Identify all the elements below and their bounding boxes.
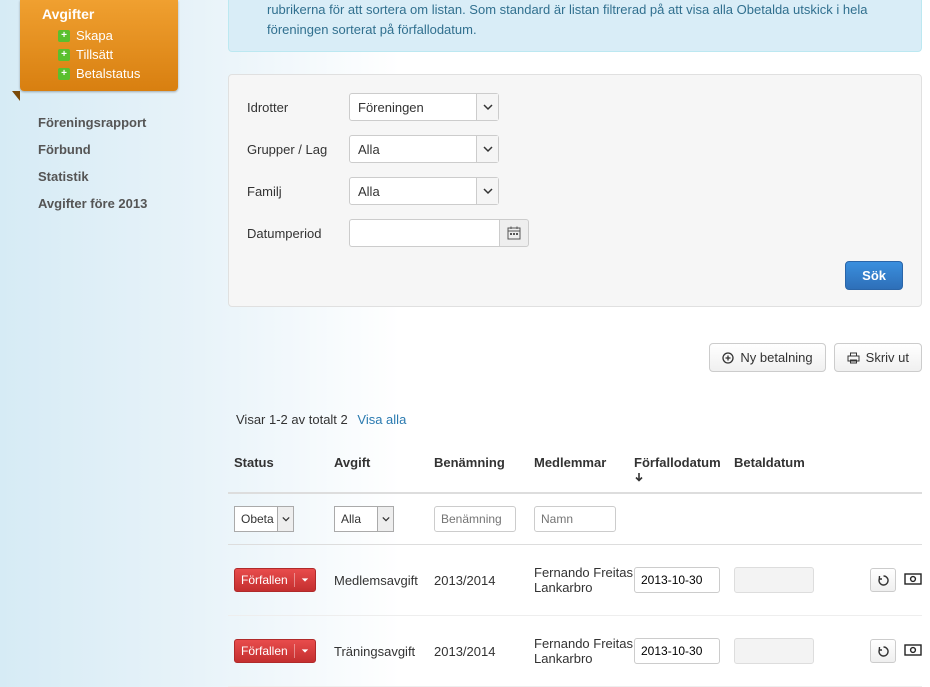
sidebar-link-avgifter-fore-2013[interactable]: Avgifter före 2013	[38, 190, 208, 217]
filter-label-grupper: Grupper / Lag	[247, 142, 349, 157]
cell-avgift: Träningsavgift	[334, 644, 434, 659]
select-value: Föreningen	[358, 100, 424, 115]
sidebar-link-foreningsrapport[interactable]: Föreningsrapport	[38, 109, 208, 136]
button-label: Ny betalning	[740, 350, 812, 365]
cell-medlem: Fernando Freitas Lankarbro	[534, 636, 634, 666]
result-count: Visar 1-2 av totalt 2 Visa alla	[236, 412, 922, 427]
sidebar-active-section: Avgifter + Skapa + Tillsätt + Betalstatu…	[20, 0, 178, 91]
plus-circle-icon	[722, 352, 734, 364]
table-row: Förfallen Medlemsavgift 2013/2014 Fernan…	[228, 545, 922, 616]
cash-icon	[904, 644, 922, 656]
betaldatum-input[interactable]	[734, 638, 814, 664]
cell-benamning: 2013/2014	[434, 644, 534, 659]
sidebar-item-skapa[interactable]: + Skapa	[20, 26, 178, 45]
status-label: Förfallen	[241, 573, 288, 587]
plus-icon: +	[58, 30, 70, 42]
chevron-down-icon	[476, 136, 498, 162]
search-button[interactable]: Sök	[845, 261, 903, 290]
grupper-select[interactable]: Alla	[349, 135, 499, 163]
betaldatum-input[interactable]	[734, 567, 814, 593]
cell-benamning: 2013/2014	[434, 573, 534, 588]
fees-table: Status Avgift Benämning Medlemmar Förfal…	[228, 445, 922, 687]
chevron-down-icon	[476, 178, 498, 204]
status-dropdown[interactable]: Förfallen	[234, 568, 316, 592]
print-icon	[847, 352, 860, 364]
filter-label-idrotter: Idrotter	[247, 100, 349, 115]
col-avgift[interactable]: Avgift	[334, 455, 434, 470]
cell-medlem: Fernando Freitas Lankarbro	[534, 565, 634, 595]
calendar-icon	[507, 226, 521, 240]
caret-down-icon	[301, 647, 309, 655]
cash-button[interactable]	[902, 639, 924, 661]
button-label: Skriv ut	[866, 350, 909, 365]
table-filter-row: Obeta Alla	[228, 494, 922, 545]
table-header: Status Avgift Benämning Medlemmar Förfal…	[228, 445, 922, 494]
status-label: Förfallen	[241, 644, 288, 658]
sidebar-item-label: Tillsätt	[76, 47, 113, 62]
select-value: Alla	[358, 142, 380, 157]
familj-select[interactable]: Alla	[349, 177, 499, 205]
status-filter-select[interactable]: Obeta	[234, 506, 294, 532]
chevron-down-icon	[377, 507, 393, 531]
cell-avgift: Medlemsavgift	[334, 573, 434, 588]
plus-icon: +	[58, 68, 70, 80]
forfall-date-input[interactable]	[634, 638, 720, 664]
select-value: Alla	[341, 512, 361, 526]
col-medlemmar[interactable]: Medlemmar	[534, 455, 634, 470]
refresh-button[interactable]	[870, 568, 896, 592]
sidebar-link-forbund[interactable]: Förbund	[38, 136, 208, 163]
sidebar-item-label: Skapa	[76, 28, 113, 43]
header-label: Förfallodatum	[634, 455, 734, 470]
refresh-icon	[877, 574, 890, 587]
sort-down-icon	[634, 472, 734, 482]
datumperiod-input[interactable]	[349, 219, 499, 247]
print-button[interactable]: Skriv ut	[834, 343, 922, 372]
chevron-down-icon	[476, 94, 498, 120]
sidebar-links: Föreningsrapport Förbund Statistik Avgif…	[38, 109, 208, 217]
status-dropdown[interactable]: Förfallen	[234, 639, 316, 663]
info-banner: rubrikerna för att sortera om listan. So…	[228, 0, 922, 52]
sidebar-active-title: Avgifter	[20, 4, 178, 26]
col-betaldatum[interactable]: Betaldatum	[734, 455, 834, 470]
sidebar-link-statistik[interactable]: Statistik	[38, 163, 208, 190]
filter-label-familj: Familj	[247, 184, 349, 199]
sidebar-item-label: Betalstatus	[76, 66, 140, 81]
chevron-down-icon	[277, 507, 293, 531]
sidebar: Avgifter + Skapa + Tillsätt + Betalstatu…	[0, 0, 208, 217]
sidebar-item-tillsatt[interactable]: + Tillsätt	[20, 45, 178, 64]
benamning-filter-input[interactable]	[434, 506, 516, 532]
col-benamning[interactable]: Benämning	[434, 455, 534, 470]
new-payment-button[interactable]: Ny betalning	[709, 343, 825, 372]
select-value: Alla	[358, 184, 380, 199]
count-text: Visar 1-2 av totalt 2	[236, 412, 348, 427]
refresh-button[interactable]	[870, 639, 896, 663]
select-value: Obeta	[241, 512, 274, 526]
plus-icon: +	[58, 49, 70, 61]
col-status[interactable]: Status	[234, 455, 334, 470]
refresh-icon	[877, 645, 890, 658]
cash-button[interactable]	[902, 568, 924, 590]
filter-card: Idrotter Föreningen Grupper / Lag Alla F…	[228, 74, 922, 307]
main-content: rubrikerna för att sortera om listan. So…	[208, 0, 930, 687]
table-row: Förfallen Träningsavgift 2013/2014 Ferna…	[228, 616, 922, 687]
namn-filter-input[interactable]	[534, 506, 616, 532]
cash-icon	[904, 573, 922, 585]
filter-label-datumperiod: Datumperiod	[247, 226, 349, 241]
forfall-date-input[interactable]	[634, 567, 720, 593]
calendar-button[interactable]	[499, 219, 529, 247]
col-forfallodatum[interactable]: Förfallodatum	[634, 455, 734, 482]
caret-down-icon	[301, 576, 309, 584]
idrotter-select[interactable]: Föreningen	[349, 93, 499, 121]
show-all-link[interactable]: Visa alla	[357, 412, 406, 427]
sidebar-item-betalstatus[interactable]: + Betalstatus	[20, 64, 178, 83]
avgift-filter-select[interactable]: Alla	[334, 506, 394, 532]
